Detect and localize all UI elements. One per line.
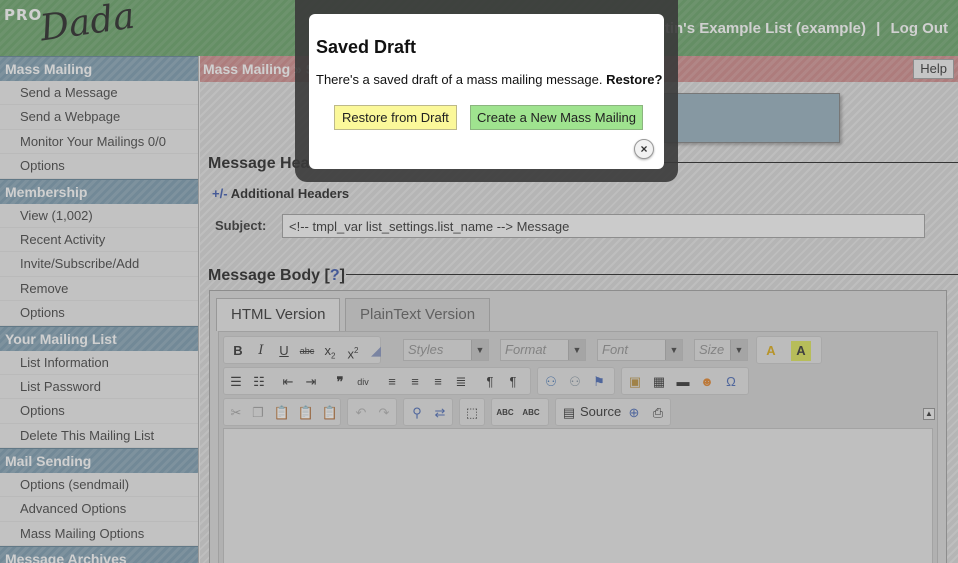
dialog-message-bold: Restore? [606, 72, 663, 87]
dialog-title: Saved Draft [316, 37, 417, 57]
dialog-message-text: There's a saved draft of a mass mailing … [316, 72, 603, 87]
close-icon[interactable]: × [634, 139, 654, 159]
create-new-mailing-button[interactable]: Create a New Mass Mailing [470, 105, 643, 130]
dialog-message: There's a saved draft of a mass mailing … [316, 72, 662, 87]
saved-draft-dialog: Saved Draft There's a saved draft of a m… [309, 14, 664, 169]
restore-from-draft-button[interactable]: Restore from Draft [334, 105, 457, 130]
